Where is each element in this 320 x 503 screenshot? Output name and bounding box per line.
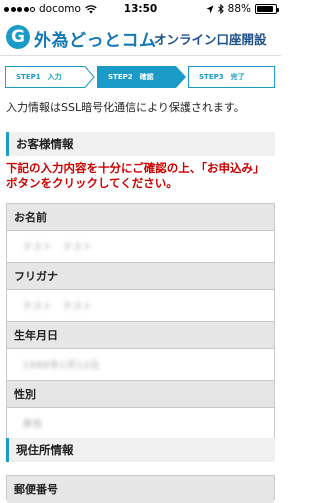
step-indicator: STEP1 入力 STEP2 確認 STEP3 完了 [5, 66, 275, 88]
furigana-label: フリガナ [7, 263, 274, 290]
name-value: テスト テスト [23, 243, 94, 253]
step-2: STEP2 確認 [97, 66, 186, 88]
logo-text: 外為どっとコム [34, 31, 157, 51]
furigana-value: テスト テスト [23, 302, 94, 312]
postal-code-label: 郵便番号 [7, 476, 274, 503]
step-3-label: STEP3 完了 [199, 73, 245, 81]
step-1: STEP1 入力 [5, 66, 95, 88]
name-label: お名前 [7, 204, 274, 231]
customer-info-title: お客様情報 [16, 137, 74, 151]
ssl-notice: 入力情報はSSL暗号化通信により保護されます。 [6, 101, 245, 114]
gender-value: 男性 [23, 420, 44, 430]
confirmation-warning: 下記の入力内容を十分にご確認の上、「お申込み」ボタンをクリックしてください。 [6, 161, 265, 190]
step-3: STEP3 完了 [188, 66, 275, 88]
furigana-value-row: テスト テスト [7, 290, 274, 322]
location-icon [206, 5, 214, 13]
logo-icon: G [6, 25, 30, 49]
battery-icon [255, 4, 279, 14]
gender-value-row: 男性 [7, 408, 274, 440]
battery-percent: 88% [227, 3, 251, 15]
step-2-label: STEP2 確認 [108, 73, 154, 81]
birthdate-label: 生年月日 [7, 322, 274, 349]
customer-info-table: お名前 テスト テスト フリガナ テスト テスト 生年月日 1988年1月12日… [6, 203, 275, 441]
status-bar: docomo 13:50 88% [0, 0, 281, 20]
address-info-table: 郵便番号 [6, 475, 275, 503]
birthdate-value: 1988年1月12日 [23, 361, 101, 371]
address-info-header: 現住所情報 [6, 438, 275, 462]
name-value-row: テスト テスト [7, 231, 274, 263]
gender-label: 性別 [7, 381, 274, 408]
birthdate-value-row: 1988年1月12日 [7, 349, 274, 381]
site-header: G 外為どっとコム オンライン口座開設 [0, 20, 281, 56]
bluetooth-icon [217, 4, 224, 14]
customer-info-header: お客様情報 [6, 132, 275, 156]
address-info-title: 現住所情報 [16, 443, 74, 457]
step-1-label: STEP1 入力 [16, 73, 62, 81]
status-right: 88% [206, 3, 279, 15]
page-title: オンライン口座開設 [154, 32, 267, 47]
